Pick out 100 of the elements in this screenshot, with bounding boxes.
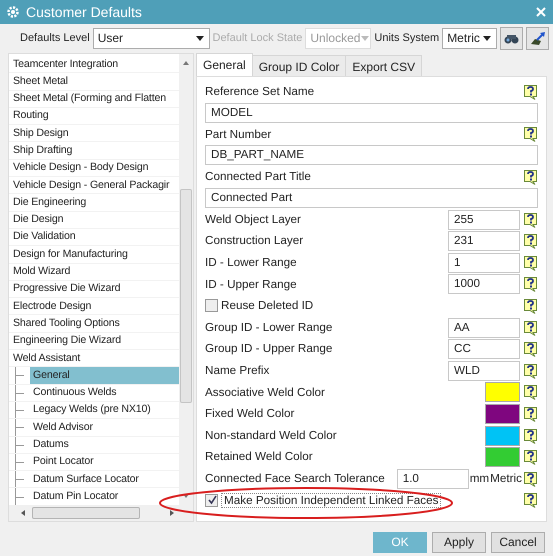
tree-item[interactable]: General (30, 366, 179, 384)
text-field[interactable]: MODEL (205, 102, 538, 123)
input-field[interactable]: 1 (448, 252, 520, 273)
field-label: Retained Weld Color (205, 449, 314, 466)
tree-item[interactable]: Design for Manufacturing (10, 246, 131, 264)
field-label: Reference Set Name (205, 84, 316, 100)
field-label: ID - Upper Range (205, 276, 298, 293)
tree-item[interactable]: Sheet Metal (Forming and Flatten (10, 90, 170, 108)
help-icon (523, 362, 538, 379)
tree-item[interactable]: Engineering Die Wizard (10, 332, 124, 350)
tree-item[interactable]: Die Validation (10, 228, 78, 246)
checkbox-label[interactable]: Reuse Deleted ID (221, 299, 314, 312)
tree-item[interactable]: Vehicle Design - General Packagir (10, 176, 172, 194)
caret-icon (482, 34, 492, 42)
field-label: Group ID - Lower Range (205, 320, 334, 336)
field-label: Non-standard Weld Color (205, 428, 338, 444)
help-icon (523, 428, 538, 444)
field-label: Connected Face Search Tolerance (205, 470, 386, 487)
tab[interactable]: General (196, 53, 253, 76)
scroll-left-icon (20, 509, 26, 517)
tree-item[interactable]: Legacy Welds (pre NX10) (30, 401, 179, 419)
text-field[interactable]: Connected Part (205, 188, 538, 208)
field-label: Fixed Weld Color (205, 406, 296, 422)
input-field[interactable]: 255 (448, 210, 520, 230)
field-label: Associative Weld Color (205, 384, 326, 401)
field-label: Defaults Level (20, 30, 90, 46)
tree-item[interactable]: Die Design (10, 211, 66, 228)
tree-item[interactable]: Sheet Metal (10, 72, 71, 90)
tab[interactable]: Group ID Color (252, 55, 346, 76)
help-icon (523, 276, 538, 292)
caret-icon (360, 34, 370, 42)
vertical-scrollbar[interactable] (179, 54, 193, 505)
tree-item[interactable]: Progressive Die Wizard (10, 280, 124, 298)
color-swatch[interactable] (485, 382, 520, 402)
gear-icon (6, 5, 20, 19)
dialog-button[interactable]: Cancel (491, 532, 545, 552)
help-icon (523, 254, 538, 271)
tree-item[interactable]: Teamcenter Integration (10, 56, 122, 73)
help-icon (523, 406, 538, 422)
tree-item[interactable]: Shared Tooling Options (10, 314, 123, 332)
unit-system-label: Metric (490, 470, 522, 487)
tree-item[interactable]: Datum Pin Locator (30, 488, 179, 505)
tree-item[interactable]: Weld Assistant (10, 350, 84, 367)
tree-item[interactable]: Die Engineering (10, 194, 90, 212)
field-label: Connected Part Title (205, 169, 312, 186)
field-label: Units System (374, 30, 440, 46)
horizontal-scrollbar[interactable] (9, 505, 193, 521)
text-field[interactable]: DB_PART_NAME (205, 145, 538, 166)
arrow-icon (529, 30, 546, 46)
field-label: Default Lock State (212, 30, 302, 46)
tree-item[interactable]: Continuous Welds (30, 384, 179, 402)
checkbox[interactable] (205, 494, 218, 507)
help-icon (523, 212, 538, 228)
input-field[interactable]: AA (448, 318, 520, 338)
window-title: Customer Defaults (26, 2, 143, 22)
dropdown[interactable]: Metric (442, 28, 498, 48)
unit-label: mm (470, 470, 490, 487)
help-icon (523, 449, 538, 466)
tree-item[interactable]: Point Locator (30, 453, 179, 471)
color-swatch[interactable] (485, 404, 520, 424)
tree-item[interactable]: Mold Wizard (10, 263, 74, 280)
checkbox-label[interactable]: Make Position Independent Linked Faces (221, 492, 442, 508)
arrow-button[interactable] (526, 26, 549, 50)
color-swatch[interactable] (485, 426, 520, 446)
dropdown: Unlocked (305, 28, 372, 48)
binoculars-button[interactable] (500, 26, 524, 50)
input-field[interactable]: 231 (448, 231, 520, 252)
field-label: Construction Layer (205, 233, 304, 250)
help-icon (523, 126, 538, 142)
caret-icon (194, 34, 204, 42)
input-field[interactable]: CC (448, 339, 520, 360)
dialog-button[interactable]: Apply (432, 532, 486, 552)
help-icon (523, 298, 538, 314)
tree-item[interactable]: Datums (30, 436, 179, 454)
help-icon (523, 492, 538, 508)
field-label: Group ID - Upper Range (205, 341, 334, 358)
help-icon (523, 341, 538, 358)
tree-item[interactable]: Ship Drafting (10, 142, 76, 160)
help-icon (523, 84, 538, 100)
scroll-up-icon (182, 60, 190, 66)
close-icon (535, 6, 547, 18)
tree-item[interactable]: Vehicle Design - Body Design (10, 159, 152, 177)
input-field[interactable]: WLD (448, 360, 520, 381)
help-icon (523, 384, 538, 400)
scroll-right-icon (169, 509, 175, 517)
tree-item[interactable]: Routing (10, 107, 52, 125)
tree-item[interactable]: Weld Advisor (30, 418, 179, 436)
color-swatch[interactable] (485, 447, 520, 468)
help-icon (523, 233, 538, 250)
input-field[interactable]: 1.0 (396, 468, 469, 489)
check-icon (206, 495, 216, 506)
input-field[interactable]: 1000 (448, 274, 520, 294)
dropdown[interactable]: User (92, 28, 210, 48)
tree-item[interactable]: Ship Design (10, 124, 72, 142)
tree-item[interactable]: Electrode Design (10, 298, 94, 315)
field-label: ID - Lower Range (205, 254, 298, 271)
tree-item[interactable]: Datum Surface Locator (30, 470, 179, 488)
checkbox[interactable] (205, 299, 218, 312)
tab[interactable]: Export CSV (345, 55, 422, 76)
field-label: Weld Object Layer (205, 212, 302, 228)
